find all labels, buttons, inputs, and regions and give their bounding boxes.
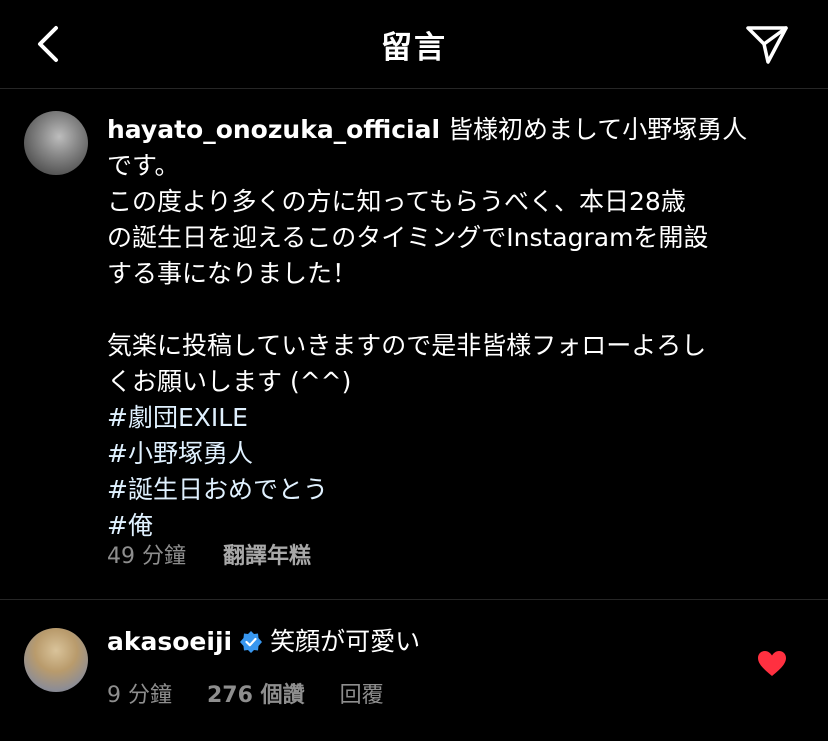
page-title: 留言: [381, 30, 447, 66]
post-author-avatar[interactable]: [24, 111, 88, 175]
caption-line: この度より多くの方に知ってもらうべく、本日28歳: [107, 187, 686, 216]
hashtag-link[interactable]: #劇団EXILE: [107, 400, 807, 436]
hashtag-link[interactable]: #小野塚勇人: [107, 436, 807, 472]
comment-body: akasoeiji 笑顔が可愛い: [107, 624, 420, 660]
comment-author-avatar[interactable]: [24, 628, 88, 692]
caption-line: くお願いします (^^): [107, 367, 352, 396]
reply-button[interactable]: 回覆: [340, 683, 384, 708]
post-caption: hayato_onozuka_official 皆様初めまして小野塚勇人 です。…: [107, 112, 807, 544]
post-time: 49 分鐘: [107, 544, 186, 569]
divider: [0, 599, 828, 600]
header-bar: 留言: [0, 0, 828, 89]
comment-text: 笑顔が可愛い: [270, 627, 421, 656]
post-username[interactable]: hayato_onozuka_official: [107, 115, 440, 144]
comment-username[interactable]: akasoeiji: [107, 624, 232, 660]
paper-plane-icon[interactable]: [742, 20, 792, 68]
comment-time: 9 分鐘: [107, 683, 172, 708]
caption-line: [107, 292, 807, 328]
comment-meta: 9 分鐘 276 個讚 回覆: [107, 677, 412, 709]
caption-line: 気楽に投稿していきますので是非皆様フォローよろし: [107, 331, 707, 360]
translate-button[interactable]: 翻譯年糕: [223, 544, 311, 569]
post-meta: 49 分鐘 翻譯年糕: [107, 538, 341, 570]
caption-line: の誕生日を迎えるこのタイミングでInstagramを開設: [107, 223, 709, 252]
comment-likes[interactable]: 276 個讚: [207, 683, 305, 708]
heart-icon[interactable]: [758, 651, 786, 677]
caption-line: する事になりました！: [107, 259, 358, 288]
caption-line: です。: [107, 151, 180, 180]
hashtag-link[interactable]: #誕生日おめでとう: [107, 472, 807, 508]
caption-line: hayato_onozuka_official 皆様初めまして小野塚勇人: [107, 115, 748, 144]
verified-badge-icon: [240, 631, 263, 653]
